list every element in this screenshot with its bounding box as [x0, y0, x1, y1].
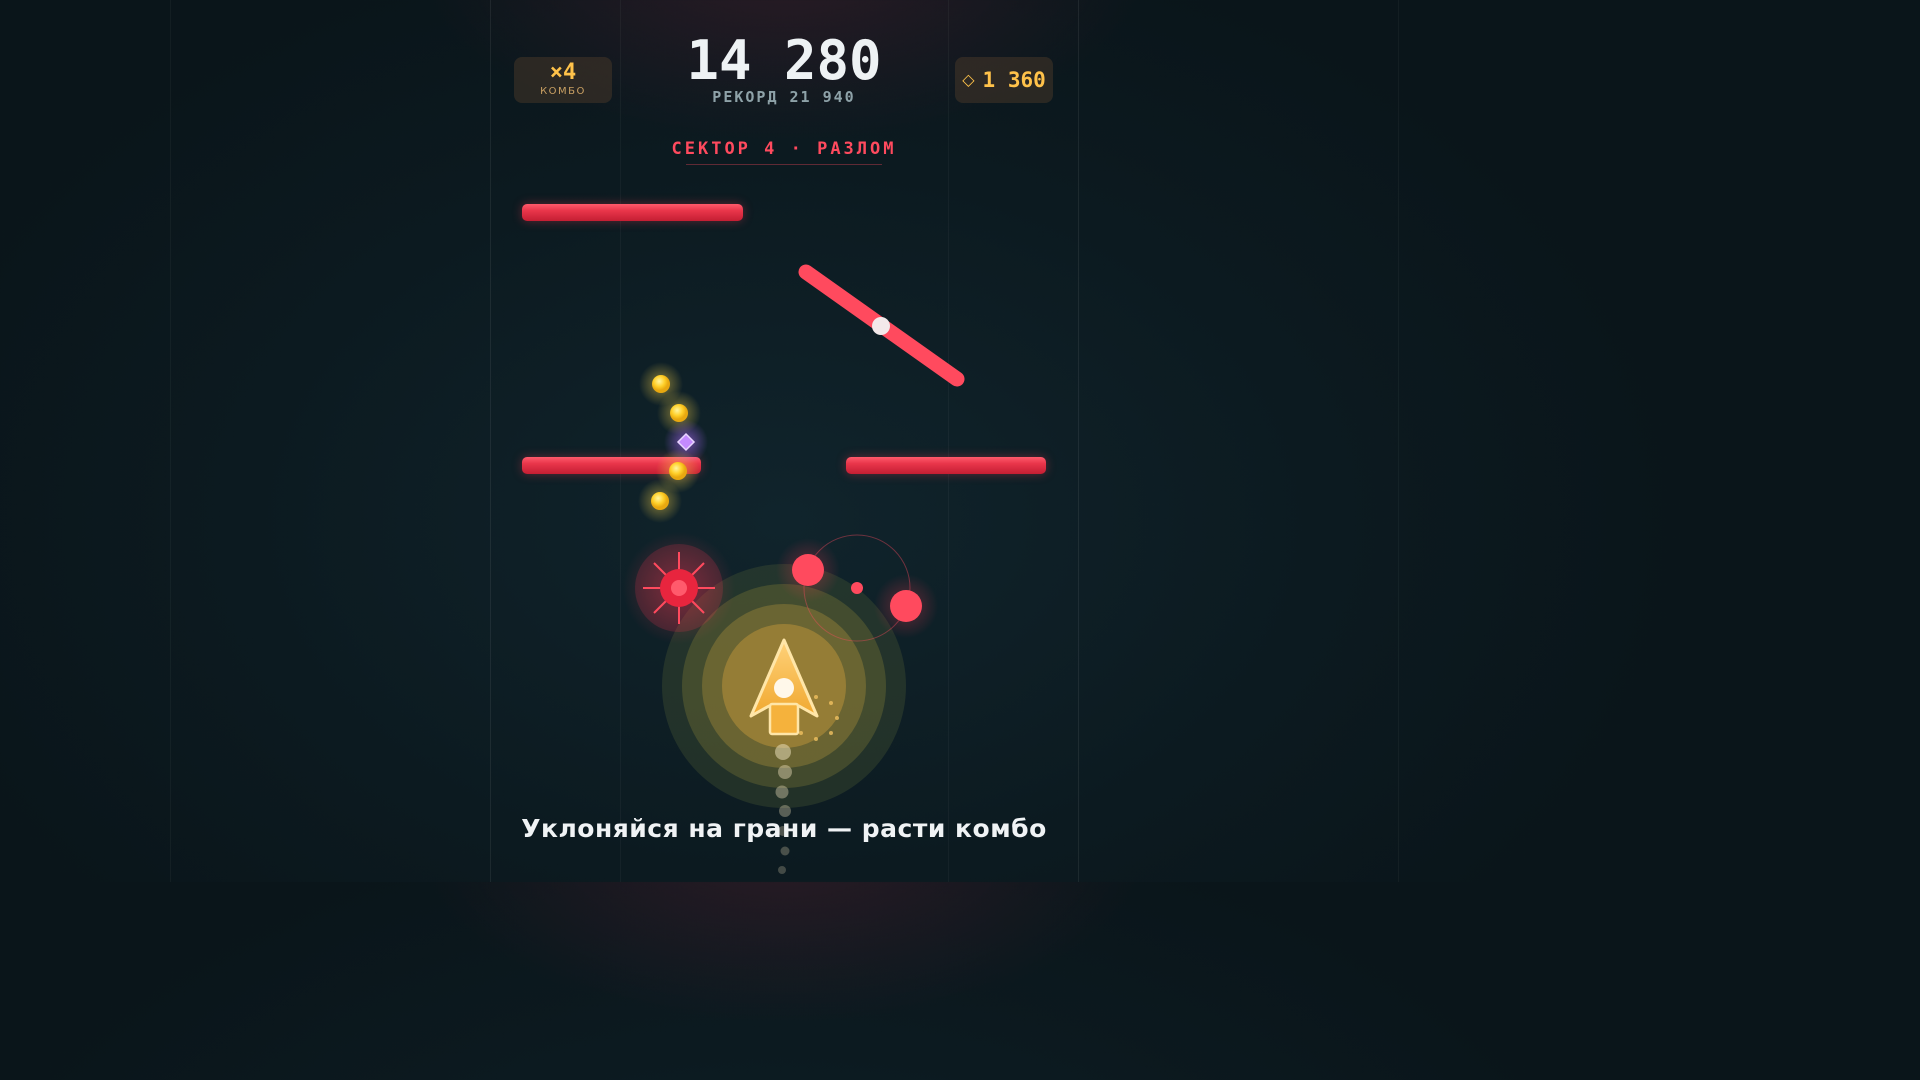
hint-text: Уклоняйся на грани — расти комбо — [521, 814, 1047, 843]
spike-mine — [623, 532, 735, 644]
coin — [638, 479, 682, 523]
rotating-hazard-bar — [798, 264, 965, 387]
pivot-dot — [872, 317, 890, 335]
game-field — [623, 264, 965, 874]
